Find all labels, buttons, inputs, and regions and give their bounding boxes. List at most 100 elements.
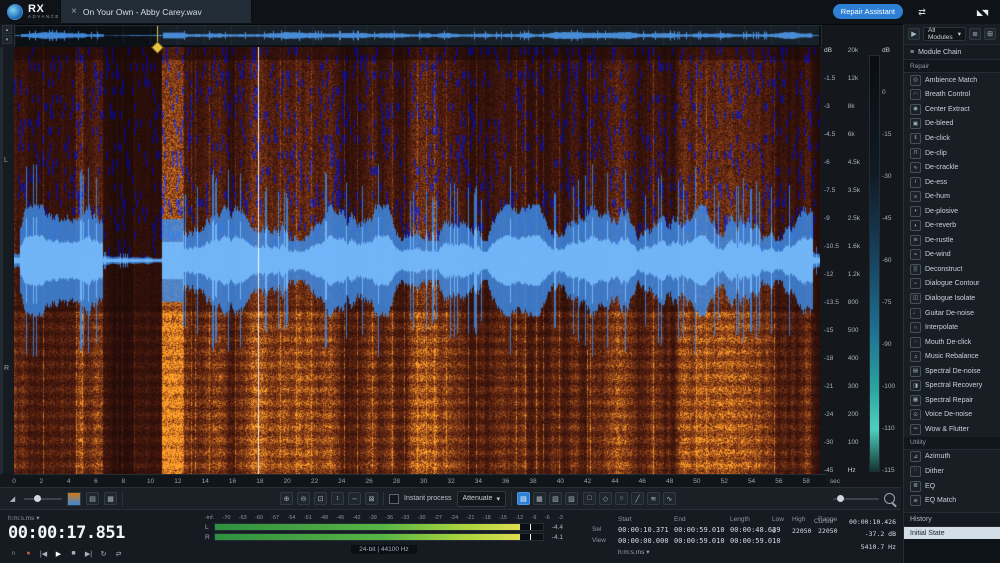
module-item-de-plosive[interactable]: ◖De-plosive bbox=[904, 204, 1000, 219]
ruler-settings-button[interactable]: ▦ bbox=[104, 492, 117, 505]
time-selection-tool[interactable]: □ bbox=[583, 492, 596, 505]
magnifier-icon[interactable] bbox=[884, 493, 895, 504]
zoom-in-vertical-button[interactable]: ↕ bbox=[331, 492, 344, 505]
module-item-guitar-de-noise[interactable]: ♩Guitar De-noise bbox=[904, 306, 1000, 321]
de-plosive-icon: ◖ bbox=[910, 206, 921, 217]
blend-slider-knob[interactable] bbox=[34, 495, 41, 502]
module-item-dither[interactable]: ∷Dither bbox=[904, 464, 1000, 479]
module-item-spectral-repair[interactable]: ▦Spectral Repair bbox=[904, 393, 1000, 408]
scale-tick-label: -75 bbox=[882, 299, 901, 306]
transport-controls: ∩ ● |◀ ▶ ■ ▶| ↻ ⇄ bbox=[8, 548, 124, 559]
module-chain-item[interactable]: ≡ Module Chain bbox=[904, 44, 1000, 60]
grid-view-icon[interactable]: ⊞ bbox=[984, 28, 996, 40]
time-ruler[interactable]: sec 024681012141618202224262830323436384… bbox=[14, 474, 826, 488]
module-item-ambience-match[interactable]: ◎Ambience Match bbox=[904, 73, 1000, 88]
module-item-mouth-de-click[interactable]: ◌Mouth De-click bbox=[904, 335, 1000, 350]
close-tab-icon[interactable]: × bbox=[71, 6, 77, 17]
module-item-de-clip[interactable]: ⊓De-clip bbox=[904, 146, 1000, 161]
link-button[interactable]: ⇄ bbox=[113, 548, 124, 559]
run-module-button[interactable]: ▶ bbox=[908, 28, 920, 40]
module-item-spectral-recovery[interactable]: ◨Spectral Recovery bbox=[904, 378, 1000, 393]
loop-button[interactable]: ↻ bbox=[98, 548, 109, 559]
spectrogram-blend-icon[interactable] bbox=[67, 492, 81, 506]
meter-track-right[interactable] bbox=[214, 533, 544, 541]
module-item-de-hum[interactable]: ≡De-hum bbox=[904, 189, 1000, 204]
magic-wand-tool[interactable]: ≋ bbox=[647, 492, 660, 505]
module-item-interpolate[interactable]: ∩Interpolate bbox=[904, 320, 1000, 335]
blend-slider[interactable] bbox=[24, 498, 62, 500]
history-header[interactable]: History bbox=[904, 512, 1000, 527]
history-item[interactable]: Initial State bbox=[904, 527, 1000, 539]
module-item-de-wind[interactable]: ≈De-wind bbox=[904, 248, 1000, 263]
meter-fill-right bbox=[215, 534, 520, 540]
module-item-deconstruct[interactable]: ▒Deconstruct bbox=[904, 262, 1000, 277]
view-composite-button[interactable]: ▨ bbox=[565, 492, 578, 505]
module-item-dialogue-isolate[interactable]: ◫Dialogue Isolate bbox=[904, 291, 1000, 306]
module-filter-dropdown[interactable]: All Modules ▾ bbox=[923, 27, 966, 41]
selection-format-dropdown[interactable]: h:m:s.ms ▾ bbox=[618, 548, 730, 556]
instant-process-label: Instant process bbox=[404, 495, 451, 502]
sel-row-label: Sel bbox=[592, 526, 618, 534]
horizontal-zoom-knob[interactable] bbox=[837, 495, 844, 502]
module-item-breath-control[interactable]: ◠Breath Control bbox=[904, 88, 1000, 103]
view-waveform-button[interactable]: ▧ bbox=[549, 492, 562, 505]
meter-tick-label: -3 bbox=[558, 515, 563, 521]
sel-start-value[interactable]: 00:00:10.371 bbox=[618, 526, 674, 534]
zoom-to-selection-button[interactable]: ⊡ bbox=[314, 492, 327, 505]
module-item-de-crackle[interactable]: ∿De-crackle bbox=[904, 160, 1000, 175]
overview-expand-icon[interactable]: ▾ bbox=[2, 35, 12, 44]
find-similar-tool[interactable]: ∿ bbox=[663, 492, 676, 505]
module-item-de-bleed[interactable]: ▣De-bleed bbox=[904, 117, 1000, 132]
module-item-eq-match[interactable]: ≌EQ Match bbox=[904, 493, 1000, 508]
zoom-out-horizontal-button[interactable]: ⊖ bbox=[297, 492, 310, 505]
module-item-voice-de-noise[interactable]: ⊙Voice De-noise bbox=[904, 408, 1000, 423]
module-item-music-rebalance[interactable]: ♫Music Rebalance bbox=[904, 349, 1000, 364]
play-button[interactable]: ▶ bbox=[53, 548, 64, 559]
brush-selection-tool[interactable]: ╱ bbox=[631, 492, 644, 505]
module-item-dialogue-contour[interactable]: ⌣Dialogue Contour bbox=[904, 277, 1000, 292]
module-item-center-extract[interactable]: ◉Center Extract bbox=[904, 102, 1000, 117]
skip-forward-button[interactable]: ▶| bbox=[83, 548, 94, 559]
process-mode-dropdown[interactable]: Attenuate ▾ bbox=[457, 491, 506, 507]
stop-button[interactable]: ■ bbox=[68, 548, 79, 559]
channel-label-right: R bbox=[4, 365, 9, 372]
module-item-de-click[interactable]: ‖De-click bbox=[904, 131, 1000, 146]
sel-end-value[interactable]: 00:00:59.010 bbox=[674, 526, 730, 534]
record-button[interactable]: ● bbox=[23, 548, 34, 559]
dither-icon: ∷ bbox=[910, 466, 921, 477]
time-tick-label: 50 bbox=[693, 478, 700, 485]
overview-waveform[interactable] bbox=[14, 25, 822, 48]
zoom-in-horizontal-button[interactable]: ⊕ bbox=[280, 492, 293, 505]
module-item-de-ess[interactable]: ≀De-ess bbox=[904, 175, 1000, 190]
list-view-icon[interactable]: ≣ bbox=[969, 28, 981, 40]
meter-track-left[interactable] bbox=[214, 523, 544, 531]
module-item-eq[interactable]: ≣EQ bbox=[904, 479, 1000, 494]
time-format-dropdown[interactable]: h:m:s.ms ▾ bbox=[8, 514, 39, 522]
status-bar: h:m:s.ms ▾ 00:00:17.851 ∩●|◀▶■▶|↻⇄ -inf.… bbox=[0, 509, 901, 563]
file-tab[interactable]: × On Your Own - Abby Carey.wav bbox=[60, 0, 252, 23]
low-value[interactable]: 0 bbox=[772, 527, 792, 535]
view-spectrogram-button[interactable]: ▦ bbox=[533, 492, 546, 505]
overview-canvas[interactable] bbox=[15, 26, 819, 45]
time-frequency-selection-tool[interactable]: ◇ bbox=[599, 492, 612, 505]
zoom-fit-button[interactable]: ⊠ bbox=[365, 492, 378, 505]
repair-assistant-button[interactable]: Repair Assistant bbox=[833, 4, 903, 19]
module-item-wow-flutter[interactable]: ∾Wow & Flutter bbox=[904, 422, 1000, 437]
overview-collapse-icon[interactable]: ▴ bbox=[2, 25, 12, 34]
zoom-out-vertical-button[interactable]: ↔ bbox=[348, 492, 361, 505]
lasso-selection-tool[interactable]: ○ bbox=[615, 492, 628, 505]
scale-tick-label: 300 bbox=[848, 383, 869, 390]
module-item-de-rustle[interactable]: ≋De-rustle bbox=[904, 233, 1000, 248]
meter-value-left: -4.4 bbox=[547, 524, 563, 531]
module-item-azimuth[interactable]: ⊿Azimuth bbox=[904, 450, 1000, 465]
skip-back-button[interactable]: |◀ bbox=[38, 548, 49, 559]
view-waveform-spectrogram-button[interactable]: ▤ bbox=[517, 492, 530, 505]
compare-icon[interactable]: ⇄ bbox=[914, 4, 930, 20]
instant-process-checkbox[interactable] bbox=[389, 494, 399, 504]
module-item-spectral-de-noise[interactable]: ▤Spectral De-noise bbox=[904, 364, 1000, 379]
module-item-de-reverb[interactable]: ◗De-reverb bbox=[904, 218, 1000, 233]
grid-settings-button[interactable]: ▤ bbox=[86, 492, 99, 505]
monitor-button[interactable]: ∩ bbox=[8, 548, 19, 559]
spectrogram-canvas[interactable] bbox=[14, 47, 820, 474]
horizontal-zoom-slider[interactable] bbox=[833, 498, 879, 500]
